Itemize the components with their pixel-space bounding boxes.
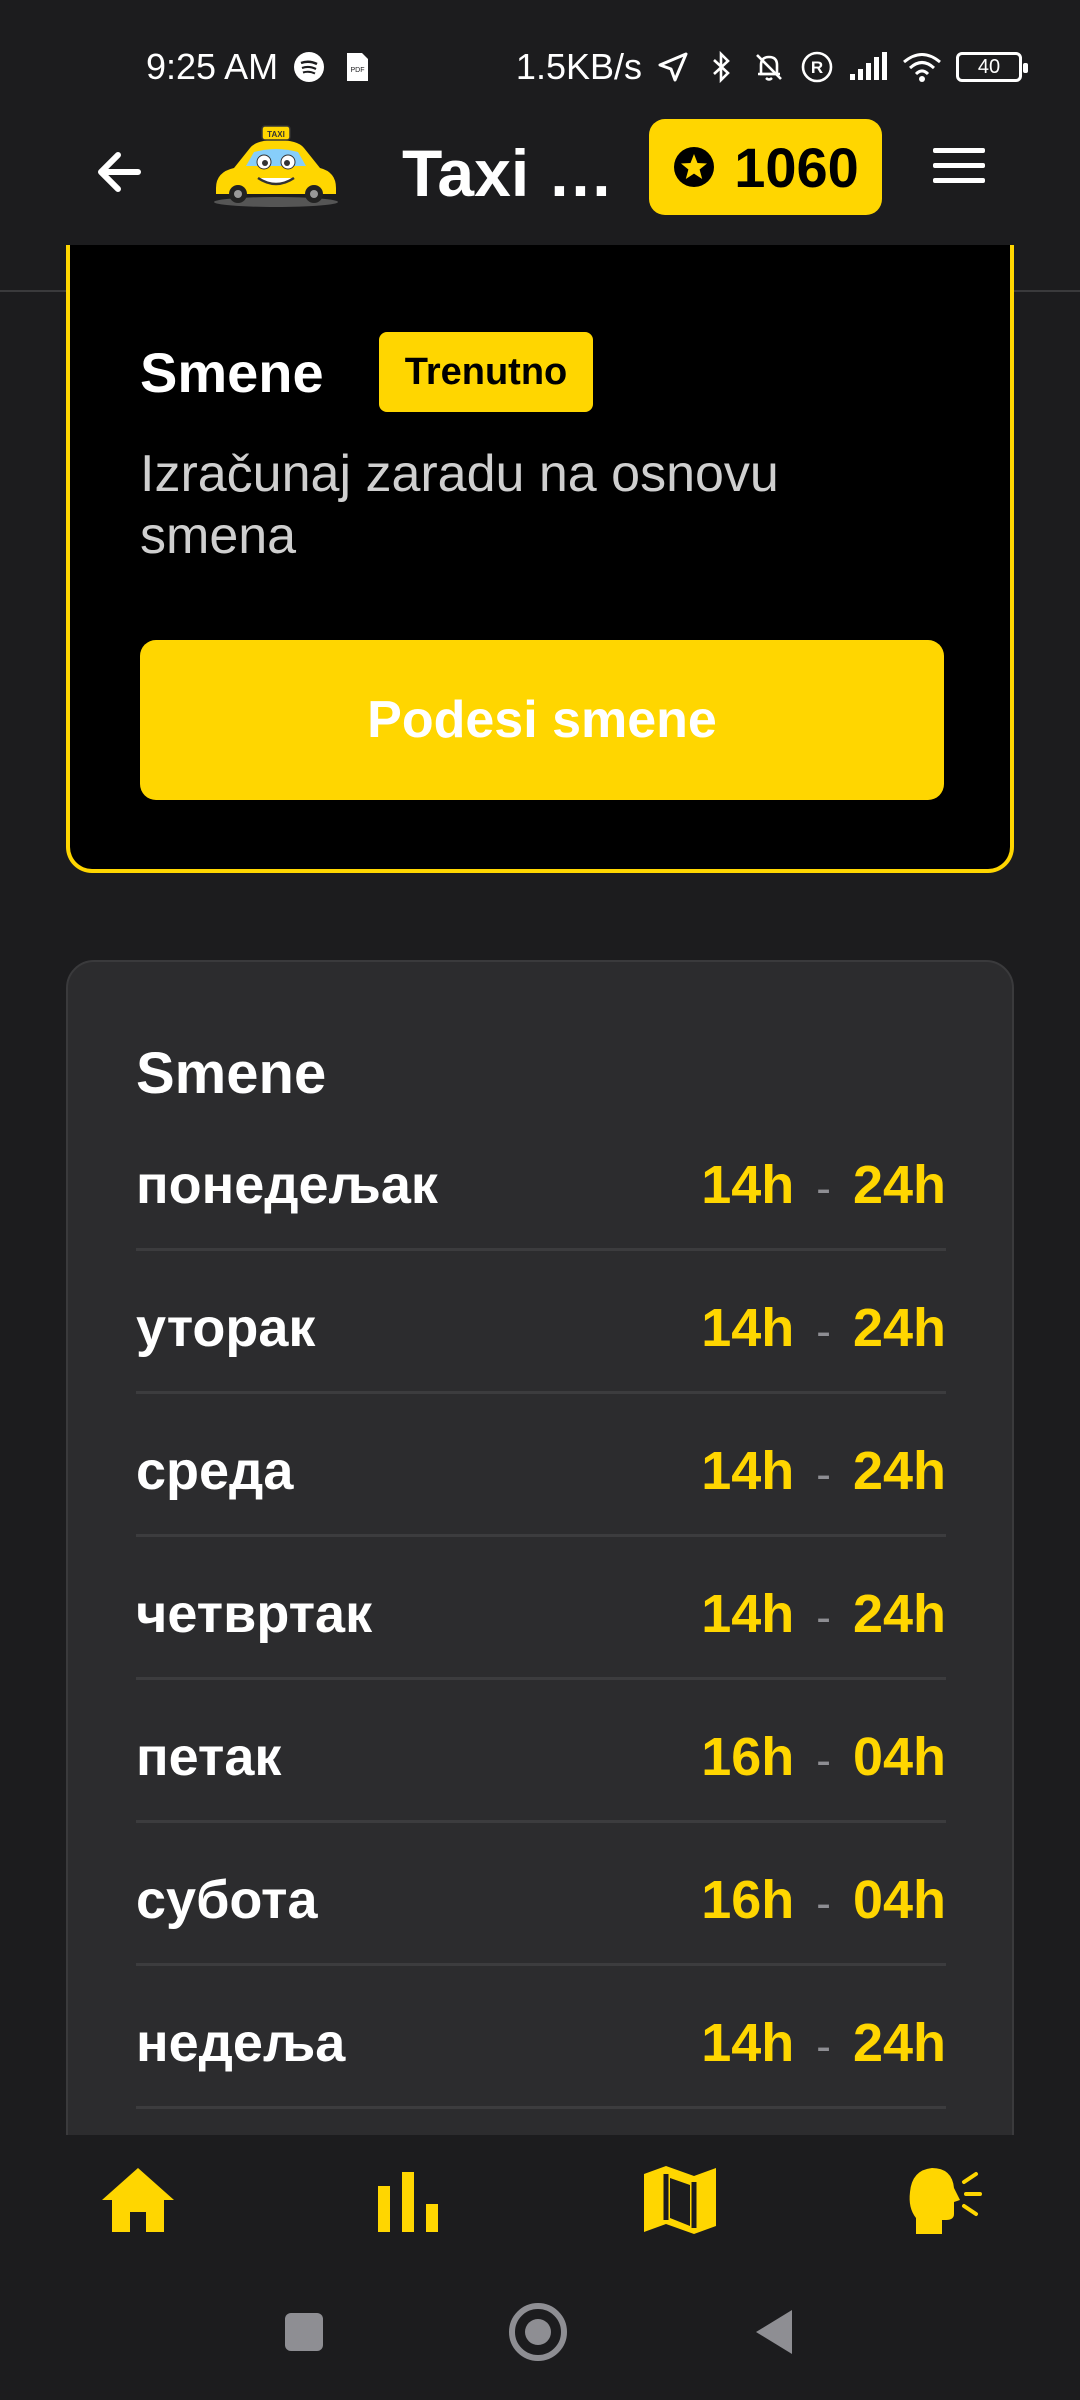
bottom-nav (0, 2135, 1080, 2260)
system-nav-bar (0, 2260, 1080, 2400)
hamburger-menu-icon[interactable] (928, 141, 990, 191)
location-icon (658, 52, 688, 82)
shift-row-tuesday: уторак 14h - 24h (136, 1251, 946, 1394)
shift-time: 14h - 24h (701, 1440, 946, 1502)
signal-icon (850, 52, 887, 80)
shift-separator: - (816, 1164, 831, 1213)
spotify-icon (294, 52, 325, 82)
recents-icon[interactable] (272, 2300, 336, 2364)
shifts-card-title: Smene (136, 1041, 327, 1106)
svg-text:R: R (811, 58, 823, 77)
shift-day: уторак (136, 1298, 316, 1358)
set-shifts-button[interactable]: Podesi smene (140, 640, 944, 800)
wifi-icon (903, 53, 941, 82)
home-circle-icon[interactable] (506, 2300, 570, 2364)
status-left: 9:25 AM PDF (146, 46, 374, 88)
shift-day: субота (136, 1870, 318, 1930)
shift-time: 14h - 24h (701, 2012, 946, 2074)
star-coin-icon (674, 147, 715, 187)
shift-start: 14h (701, 1298, 795, 1358)
coin-balance-button[interactable]: 1060 (649, 119, 882, 215)
shift-end: 24h (852, 1584, 946, 1644)
network-speed: 1.5KB/s (515, 46, 642, 87)
shift-row-saturday: субота 16h - 04h (136, 1823, 946, 1966)
current-shift-card: Smene Trenutno Izračunaj zaradu na osnov… (66, 245, 1014, 873)
app-title: Taxi D... (402, 136, 642, 210)
taxi-logo: TAXI (214, 125, 338, 207)
shift-day: среда (136, 1441, 294, 1501)
shift-end: 24h (852, 1155, 946, 1215)
bluetooth-icon (713, 50, 730, 84)
shift-end: 04h (852, 1727, 946, 1787)
shifts-card: Smene понедељак 14h - 24h уторак 14h - 2… (66, 960, 1014, 2200)
shift-list: понедељак 14h - 24h уторак 14h - 24h сре… (136, 1108, 946, 2109)
shift-row-monday: понедељак 14h - 24h (136, 1108, 946, 1251)
shift-start: 16h (701, 1727, 795, 1787)
shift-separator: - (816, 1736, 831, 1785)
shift-row-sunday: недеља 14h - 24h (136, 1966, 946, 2109)
shift-separator: - (816, 1450, 831, 1499)
shift-time: 14h - 24h (701, 1154, 946, 1216)
shift-start: 14h (701, 1155, 795, 1215)
shift-time: 16h - 04h (701, 1869, 946, 1931)
shift-day: петак (136, 1727, 282, 1787)
mute-icon (756, 54, 782, 81)
shift-end: 24h (852, 1441, 946, 1501)
current-card-title: Smene (140, 341, 324, 404)
svg-text:PDF: PDF (351, 67, 365, 74)
svg-text:TAXI: TAXI (267, 130, 285, 139)
speaking-icon[interactable] (902, 2160, 982, 2240)
back-triangle-icon[interactable] (744, 2300, 808, 2364)
shift-row-thursday: четвртак 14h - 24h (136, 1537, 946, 1680)
status-right: 1.5KB/s R 40 (515, 46, 1028, 88)
coin-count: 1060 (734, 135, 859, 199)
shift-start: 14h (701, 1441, 795, 1501)
shift-separator: - (816, 2022, 831, 2071)
shift-day: четвртак (136, 1584, 373, 1644)
shift-start: 14h (701, 1584, 795, 1644)
shift-separator: - (816, 1593, 831, 1642)
battery-icon: 40 (956, 52, 1028, 82)
back-arrow-icon[interactable] (88, 140, 152, 204)
battery-level: 40 (977, 55, 1001, 78)
shift-end: 04h (852, 1870, 946, 1930)
status-time: 9:25 AM (146, 46, 279, 87)
shift-time: 16h - 04h (701, 1726, 946, 1788)
shift-row-wednesday: среда 14h - 24h (136, 1394, 946, 1537)
shift-day: недеља (136, 2013, 346, 2073)
shift-end: 24h (852, 2013, 946, 2073)
shift-start: 14h (701, 2013, 795, 2073)
current-card-description: Izračunaj zaradu na osnovu smena (140, 445, 779, 565)
home-icon[interactable] (98, 2160, 178, 2240)
shift-separator: - (816, 1879, 831, 1928)
shift-row-friday: петак 16h - 04h (136, 1680, 946, 1823)
shift-separator: - (816, 1307, 831, 1356)
current-badge: Trenutno (379, 332, 593, 412)
shift-day: понедељак (136, 1155, 438, 1215)
map-icon[interactable] (640, 2160, 720, 2240)
shift-time: 14h - 24h (701, 1583, 946, 1645)
pdf-icon: PDF (347, 53, 369, 81)
stats-icon[interactable] (368, 2160, 448, 2240)
registered-icon: R (801, 51, 833, 83)
shift-time: 14h - 24h (701, 1297, 946, 1359)
shift-end: 24h (852, 1298, 946, 1358)
shift-start: 16h (701, 1870, 795, 1930)
